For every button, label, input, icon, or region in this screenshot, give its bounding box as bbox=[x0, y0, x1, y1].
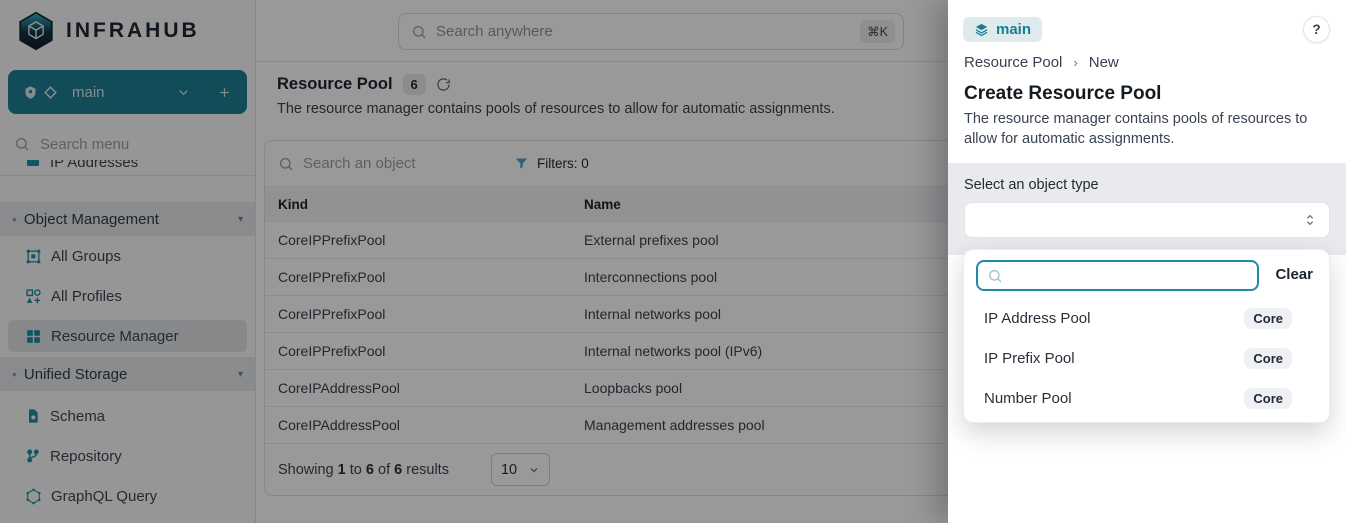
object-type-dropdown: Clear IP Address Pool Core IP Prefix Poo… bbox=[963, 249, 1330, 423]
object-type-label: Select an object type bbox=[964, 177, 1330, 193]
option-label: Number Pool bbox=[984, 390, 1072, 407]
namespace-badge: Core bbox=[1244, 348, 1292, 369]
option-number-pool[interactable]: Number Pool Core bbox=[972, 378, 1321, 418]
namespace-badge: Core bbox=[1244, 388, 1292, 409]
branch-badge-label: main bbox=[996, 21, 1031, 38]
drawer-description: The resource manager contains pools of r… bbox=[964, 109, 1332, 150]
object-type-section: Select an object type bbox=[948, 163, 1346, 255]
option-label: IP Address Pool bbox=[984, 310, 1090, 327]
option-label: IP Prefix Pool bbox=[984, 350, 1075, 367]
help-button[interactable]: ? bbox=[1303, 16, 1330, 43]
object-type-select[interactable] bbox=[964, 202, 1330, 238]
dropdown-search[interactable] bbox=[976, 260, 1259, 291]
chevron-up-down-icon bbox=[1302, 212, 1318, 228]
drawer-title: Create Resource Pool bbox=[964, 83, 1161, 105]
branch-badge[interactable]: main bbox=[963, 17, 1042, 42]
breadcrumb-current: New bbox=[1089, 54, 1119, 71]
search-icon bbox=[987, 268, 1003, 284]
chevron-right-icon: › bbox=[1073, 55, 1077, 70]
create-drawer: main ? Resource Pool › New Create Resour… bbox=[948, 0, 1346, 523]
layers-icon bbox=[974, 22, 989, 37]
option-ip-prefix-pool[interactable]: IP Prefix Pool Core bbox=[972, 338, 1321, 378]
dropdown-options: IP Address Pool Core IP Prefix Pool Core… bbox=[972, 298, 1321, 418]
dropdown-search-input[interactable] bbox=[1010, 268, 1248, 284]
breadcrumb-parent[interactable]: Resource Pool bbox=[964, 54, 1062, 71]
clear-button[interactable]: Clear bbox=[1275, 266, 1313, 283]
namespace-badge: Core bbox=[1244, 308, 1292, 329]
breadcrumb: Resource Pool › New bbox=[964, 54, 1119, 71]
option-ip-address-pool[interactable]: IP Address Pool Core bbox=[972, 298, 1321, 338]
